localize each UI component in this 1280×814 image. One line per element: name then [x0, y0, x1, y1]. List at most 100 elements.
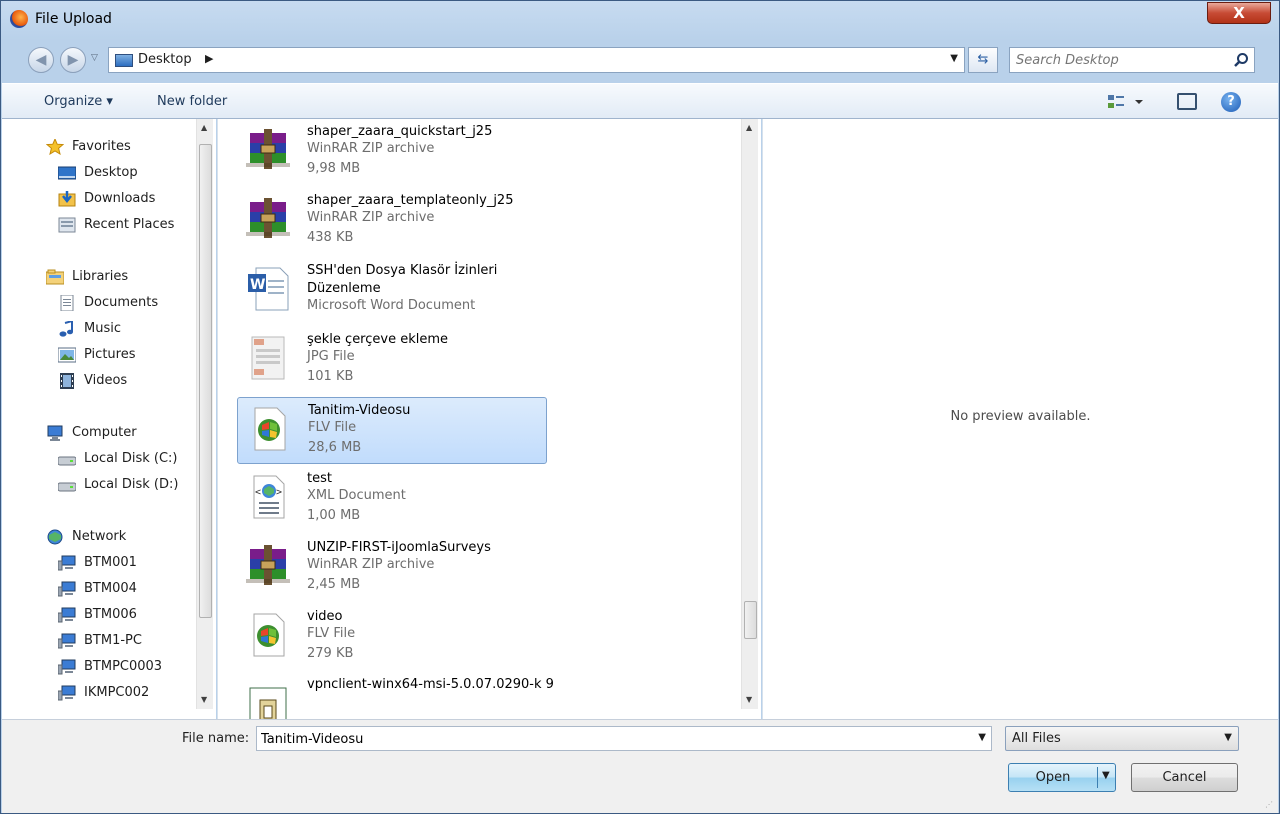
- file-list: ▲ ▼ shaper_zaara_quickstart_j25 WinRAR ZI…: [217, 119, 761, 719]
- refresh-button[interactable]: ⇆: [968, 47, 998, 73]
- search-box[interactable]: [1009, 47, 1255, 73]
- disk-icon: [57, 451, 77, 467]
- file-item[interactable]: UNZIP-FIRST-iJoomlaSurveys WinRAR ZIP arc…: [237, 535, 547, 602]
- cancel-button[interactable]: Cancel: [1131, 763, 1238, 792]
- documents-icon: [58, 294, 76, 312]
- computer-icon: [46, 425, 64, 441]
- file-item[interactable]: Tanitim-Videosu FLV File 28,6 MB: [237, 397, 547, 464]
- file-size: 101 KB: [307, 369, 354, 384]
- file-name: vpnclient-winx64-msi-5.0.07.0290-k 9: [307, 677, 554, 692]
- libraries-icon: [45, 269, 65, 285]
- sidebar-item-label: Recent Places: [84, 217, 175, 232]
- file-type: FLV File: [307, 626, 356, 641]
- scroll-thumb[interactable]: [744, 601, 757, 639]
- file-type-value: All Files: [1012, 731, 1061, 746]
- command-toolbar: Organize ▾ New folder ?: [2, 83, 1278, 119]
- resize-grip-icon[interactable]: ⋰: [1265, 800, 1275, 810]
- organize-menu-button[interactable]: Organize ▾: [44, 94, 113, 109]
- address-bar[interactable]: Desktop ▶ ▼: [108, 47, 965, 73]
- network-computer-icon: [57, 685, 76, 701]
- file-size: 1,00 MB: [307, 508, 361, 523]
- file-item[interactable]: shaper_zaara_quickstart_j25 WinRAR ZIP ar…: [237, 119, 547, 186]
- title-bar: File Upload X: [1, 1, 1279, 39]
- file-name: shaper_zaara_templateonly_j25: [307, 193, 514, 208]
- change-view-icon[interactable]: [1107, 93, 1147, 111]
- recent-places-icon: [58, 217, 76, 233]
- scroll-thumb[interactable]: [199, 144, 212, 618]
- svg-text:>: >: [276, 487, 282, 498]
- file-type-select[interactable]: All Files ▼: [1005, 726, 1239, 751]
- network-computer-icon: [57, 659, 76, 675]
- sidebar-item-label: Local Disk (D:): [84, 477, 179, 492]
- scroll-down-icon[interactable]: ▼: [201, 695, 207, 704]
- forward-button[interactable]: ▶: [60, 47, 86, 73]
- sidebar-item-label: BTMPC0003: [84, 659, 163, 674]
- file-name: shaper_zaara_quickstart_j25: [307, 124, 493, 139]
- file-type: WinRAR ZIP archive: [307, 210, 435, 225]
- installer-icon: [246, 680, 290, 719]
- desktop-icon: [57, 165, 77, 181]
- preview-pane: No preview available.: [762, 119, 1278, 719]
- file-list-scrollbar[interactable]: ▲ ▼: [741, 119, 758, 709]
- refresh-icon: ⇆: [977, 52, 989, 67]
- network-computer-icon: [57, 555, 76, 571]
- scroll-up-icon[interactable]: ▲: [201, 123, 207, 132]
- sidebar-item-label: Libraries: [72, 269, 129, 284]
- network-computer-icon: [57, 581, 76, 597]
- file-item[interactable]: video FLV File 279 KB: [237, 604, 547, 671]
- sidebar-item-label: Pictures: [84, 347, 136, 362]
- file-type: WinRAR ZIP archive: [307, 141, 435, 156]
- file-type: FLV File: [308, 420, 357, 435]
- scroll-up-icon[interactable]: ▲: [746, 123, 752, 132]
- file-name-bar: File name: ▼ All Files ▼ Open ▼ Cancel ⋰: [2, 719, 1278, 813]
- flv-file-icon: [246, 612, 290, 658]
- file-item[interactable]: şekle çerçeve ekleme JPG File 101 KB: [237, 327, 547, 394]
- search-icon[interactable]: [1233, 52, 1249, 68]
- file-item[interactable]: < > test XML Document 1,00 MB: [237, 466, 547, 533]
- file-item[interactable]: W SSH'den Dosya Klasör İzinleri Düzenleme…: [237, 258, 547, 325]
- new-folder-button[interactable]: New folder: [157, 94, 227, 109]
- recent-locations-chevron-icon[interactable]: ▽: [91, 53, 98, 63]
- file-size: 9,98 MB: [307, 161, 361, 176]
- scroll-down-icon[interactable]: ▼: [746, 695, 752, 704]
- back-button[interactable]: ◀: [28, 47, 54, 73]
- close-button[interactable]: X: [1207, 2, 1271, 24]
- sidebar-item-label: Documents: [84, 295, 159, 310]
- file-item[interactable]: vpnclient-winx64-msi-5.0.07.0290-k 9: [237, 672, 554, 719]
- sidebar-item-label: Favorites: [72, 139, 131, 154]
- word-document-icon: W: [246, 266, 290, 312]
- window-title: File Upload: [35, 11, 112, 27]
- open-button[interactable]: Open ▼: [1008, 763, 1116, 792]
- sidebar-item-label: Music: [84, 321, 121, 336]
- file-name: Tanitim-Videosu: [308, 403, 411, 418]
- sidebar-item-label: IKMPC002: [84, 685, 150, 700]
- file-name: UNZIP-FIRST-iJoomlaSurveys: [307, 540, 491, 555]
- navigation-pane-scrollbar[interactable]: ▲ ▼: [196, 119, 213, 709]
- sidebar-item-label: Videos: [84, 373, 128, 388]
- file-name-label: File name:: [182, 731, 250, 746]
- file-name-combobox[interactable]: ▼: [256, 726, 992, 751]
- svg-text:W: W: [250, 277, 265, 293]
- address-dropdown-icon[interactable]: ▼: [950, 53, 958, 64]
- preview-pane-toggle-icon[interactable]: [1177, 93, 1197, 110]
- sidebar-item-label: Desktop: [84, 165, 138, 180]
- file-name-dropdown-icon[interactable]: ▼: [978, 732, 986, 743]
- sidebar-item-label: BTM006: [84, 607, 137, 622]
- file-type: XML Document: [307, 488, 406, 503]
- file-size: 438 KB: [307, 230, 354, 245]
- file-item[interactable]: shaper_zaara_templateonly_j25 WinRAR ZIP …: [237, 188, 547, 255]
- address-location[interactable]: Desktop: [138, 52, 192, 67]
- breadcrumb-arrow-icon[interactable]: ▶: [205, 52, 213, 65]
- sidebar-item-label: BTM1-PC: [84, 633, 142, 648]
- videos-icon: [58, 373, 76, 389]
- file-type: Microsoft Word Document: [307, 298, 476, 313]
- help-icon[interactable]: ?: [1221, 92, 1241, 112]
- search-input[interactable]: [1016, 51, 1226, 69]
- music-icon: [58, 319, 76, 337]
- file-size: 28,6 MB: [308, 440, 362, 455]
- file-name-input[interactable]: [261, 730, 961, 748]
- downloads-icon: [58, 191, 76, 207]
- svg-text:<: <: [255, 487, 261, 498]
- open-options-dropdown-icon[interactable]: ▼: [1102, 770, 1110, 781]
- file-upload-dialog: File Upload X ◀ ▶ ▽ Desktop ▶ ▼ ⇆ O: [0, 0, 1280, 814]
